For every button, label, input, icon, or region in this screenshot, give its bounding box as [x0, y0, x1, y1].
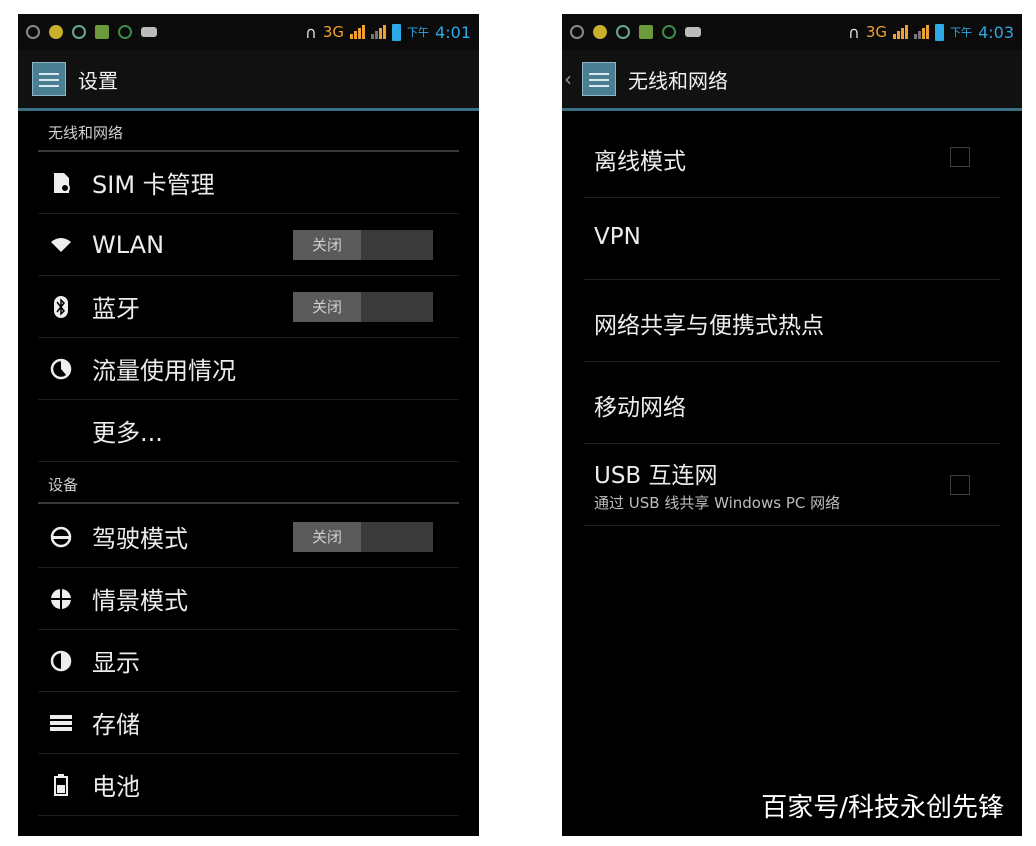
settings-item-data-usage[interactable]: 流量使用情况 — [38, 338, 459, 400]
settings-item-storage[interactable]: 存储 — [38, 692, 459, 754]
android-icon — [118, 25, 132, 39]
gallery-icon — [95, 25, 109, 39]
notification-icon — [49, 25, 63, 39]
settings-item-label: WLAN — [92, 230, 165, 259]
watermark-text: 百家号/科技永创先锋 — [761, 793, 1004, 823]
settings-item-label: 更多... — [92, 419, 163, 447]
settings-item-label: 显示 — [92, 649, 140, 677]
settings-item-label: 流量使用情况 — [92, 357, 236, 385]
setting-mobile-network[interactable]: 移动网络 — [584, 362, 1000, 444]
signal-icon — [893, 25, 909, 39]
wifi-icon — [50, 234, 72, 256]
settings-item-driving-mode[interactable]: 驾驶模式 关闭 — [38, 506, 459, 568]
setting-summary: 通过 USB 线共享 Windows PC 网络 — [594, 494, 841, 512]
settings-screen: ∩ 3G 下午 4:01 设置 无线和网络 SIM 卡管理 WLAN 关闭 蓝牙… — [18, 14, 479, 836]
network-type: 3G — [865, 23, 888, 41]
status-bar: ∩ 3G 下午 4:01 — [18, 14, 479, 50]
section-header-device: 设备 — [38, 470, 459, 504]
setting-label: VPN — [594, 224, 641, 250]
blank-icon — [50, 420, 72, 442]
setting-airplane-mode[interactable]: 离线模式 — [584, 116, 1000, 198]
settings-app-icon[interactable] — [32, 62, 66, 96]
sync-icon — [570, 25, 584, 39]
driving-mode-icon — [50, 526, 72, 548]
headphone-icon: ∩ — [305, 22, 317, 42]
signal-2-icon — [914, 25, 930, 39]
message-icon — [141, 27, 157, 37]
toggle-off-label: 关闭 — [293, 521, 361, 552]
setting-vpn[interactable]: VPN — [584, 198, 1000, 280]
section-header-wireless: 无线和网络 — [38, 118, 459, 152]
settings-item-display[interactable]: 显示 — [38, 630, 459, 692]
action-bar: 设置 — [18, 50, 479, 111]
message-icon — [685, 27, 701, 37]
status-ampm: 下午 — [407, 26, 430, 39]
settings-item-label: SIM 卡管理 — [92, 171, 215, 199]
driving-mode-toggle[interactable]: 关闭 — [293, 521, 433, 552]
page-title: 设置 — [78, 68, 118, 93]
setting-usb-internet[interactable]: USB 互连网 通过 USB 线共享 Windows PC 网络 — [584, 444, 1000, 526]
display-icon — [50, 650, 72, 672]
setting-label: 网络共享与便携式热点 — [594, 313, 824, 339]
status-time: 4:03 — [978, 22, 1014, 42]
settings-item-audio-profile[interactable]: 情景模式 — [38, 568, 459, 630]
status-ampm: 下午 — [950, 26, 973, 39]
airplane-mode-checkbox[interactable] — [950, 147, 970, 167]
action-bar[interactable]: ‹ 无线和网络 — [562, 50, 1022, 111]
usb-internet-checkbox[interactable] — [950, 475, 970, 495]
gallery-icon — [639, 25, 653, 39]
settings-item-battery[interactable]: 电池 — [38, 754, 459, 816]
settings-item-more[interactable]: 更多... — [38, 400, 459, 462]
settings-item-wlan[interactable]: WLAN 关闭 — [38, 214, 459, 276]
page-title: 无线和网络 — [628, 68, 728, 93]
settings-app-icon[interactable] — [582, 62, 616, 96]
headphone-icon: ∩ — [848, 22, 860, 42]
audio-profile-icon — [50, 588, 72, 610]
settings-item-label: 电池 — [92, 773, 140, 801]
bluetooth-icon — [50, 295, 72, 318]
settings-item-label: 驾驶模式 — [92, 525, 188, 553]
sync-icon — [26, 25, 40, 39]
settings-item-label: 蓝牙 — [92, 295, 140, 323]
search-icon — [72, 25, 86, 39]
toggle-off-label: 关闭 — [293, 291, 361, 322]
wlan-toggle[interactable]: 关闭 — [293, 229, 433, 260]
toggle-off-label: 关闭 — [293, 229, 361, 260]
setting-label: USB 互连网 — [594, 463, 718, 489]
setting-label: 离线模式 — [594, 149, 686, 175]
wireless-networks-screen: ∩ 3G 下午 4:03 ‹ 无线和网络 离线模式 VPN 网络共享与便携式热点… — [562, 14, 1022, 836]
settings-item-label: 情景模式 — [92, 587, 188, 615]
network-type: 3G — [322, 23, 345, 41]
settings-item-sim[interactable]: SIM 卡管理 — [38, 152, 459, 214]
signal-2-icon — [371, 25, 387, 39]
bluetooth-toggle[interactable]: 关闭 — [293, 291, 433, 322]
status-time: 4:01 — [435, 22, 471, 42]
search-icon — [616, 25, 630, 39]
setting-tethering-hotspot[interactable]: 网络共享与便携式热点 — [584, 280, 1000, 362]
notification-icon — [593, 25, 607, 39]
battery-status-icon — [935, 23, 945, 41]
battery-icon — [50, 773, 72, 796]
settings-item-bluetooth[interactable]: 蓝牙 关闭 — [38, 276, 459, 338]
sim-card-icon — [50, 172, 72, 194]
setting-label: 移动网络 — [594, 395, 686, 421]
data-usage-icon — [50, 358, 72, 380]
android-icon — [662, 25, 676, 39]
settings-item-label: 存储 — [92, 711, 140, 739]
signal-icon — [350, 25, 366, 39]
back-chevron-icon[interactable]: ‹ — [564, 67, 576, 91]
battery-status-icon — [392, 23, 402, 41]
status-bar: ∩ 3G 下午 4:03 — [562, 14, 1022, 50]
storage-icon — [50, 712, 72, 734]
